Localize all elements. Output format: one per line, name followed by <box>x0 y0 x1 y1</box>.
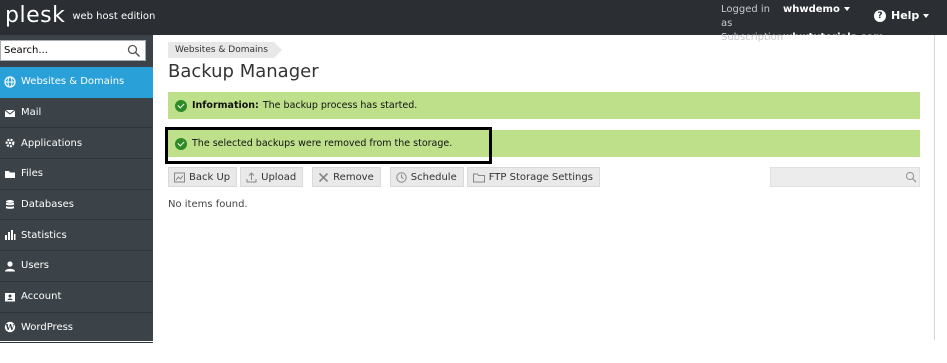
gear-icon <box>4 137 16 149</box>
sidebar: Websites & Domains Mail Applications Fil… <box>0 35 153 344</box>
sidebar-item-label: Users <box>21 260 50 272</box>
subscription-label: Subscription <box>721 32 784 43</box>
upload-icon <box>246 171 257 183</box>
sidebar-item-label: Websites & Domains <box>21 76 125 88</box>
upload-label: Upload <box>261 171 297 183</box>
scrollbar-track[interactable] <box>934 35 935 340</box>
ftp-storage-settings-button[interactable]: FTP Storage Settings <box>466 167 600 187</box>
backup-label: Back Up <box>189 171 231 183</box>
info-message: Information: The backup process has star… <box>168 92 920 119</box>
backup-icon <box>174 172 185 183</box>
toolbar: Back Up Upload Remove Schedule FTP Stora… <box>168 167 603 187</box>
check-circle-icon <box>175 99 187 112</box>
id-card-icon <box>4 291 16 303</box>
chevron-down-icon <box>843 7 850 11</box>
logged-in-label: Logged in as <box>721 4 771 29</box>
sidebar-item-applications[interactable]: Applications <box>0 128 153 160</box>
search-input[interactable] <box>1 41 121 60</box>
schedule-label: Schedule <box>410 171 457 183</box>
page-title: Backup Manager <box>168 61 319 82</box>
sidebar-item-label: Applications <box>21 137 83 149</box>
schedule-button[interactable]: Schedule <box>389 167 464 187</box>
highlight-box <box>165 127 492 164</box>
sidebar-item-account[interactable]: Account <box>0 282 153 313</box>
sidebar-item-label: Mail <box>21 107 42 119</box>
empty-list-text: No items found. <box>168 199 248 210</box>
logo-word: plesk <box>5 3 66 28</box>
remove-label: Remove <box>333 171 374 183</box>
message-prefix: Information: <box>192 100 259 111</box>
bar-chart-icon <box>4 229 16 241</box>
breadcrumb-item: Websites & Domains <box>175 45 268 55</box>
sidebar-item-users[interactable]: Users <box>0 251 153 282</box>
backup-button[interactable]: Back Up <box>168 167 238 187</box>
message-text: The backup process has started. <box>262 100 418 111</box>
wordpress-icon: W <box>4 321 16 333</box>
sidebar-item-databases[interactable]: Databases <box>0 190 153 221</box>
user-name: whwdemo <box>783 4 840 15</box>
svg-text:W: W <box>5 322 16 332</box>
help-label: Help <box>891 9 920 22</box>
sidebar-item-label: Account <box>21 291 62 303</box>
sidebar-item-websites-domains[interactable]: Websites & Domains <box>0 67 153 98</box>
close-icon <box>318 172 329 183</box>
globe-icon <box>4 76 16 88</box>
ftp-storage-settings-label: FTP Storage Settings <box>488 171 593 183</box>
help-icon: ? <box>874 9 886 22</box>
list-search-input[interactable] <box>770 167 920 187</box>
plesk-logo[interactable]: plesk web host edition <box>5 3 155 28</box>
logo-edition: web host edition <box>72 11 156 22</box>
sidebar-item-label: Files <box>21 168 43 180</box>
sidebar-item-wordpress[interactable]: W WordPress <box>0 313 153 344</box>
sidebar-item-mail[interactable]: Mail <box>0 98 153 129</box>
search-icon[interactable] <box>127 44 141 58</box>
remove-button[interactable]: Remove <box>312 167 381 187</box>
account-info: Logged in as whwdemo Subscription whwtut… <box>721 3 884 45</box>
user-icon <box>4 260 16 272</box>
subscription-value[interactable]: whwtutorials.com <box>783 31 884 45</box>
breadcrumb[interactable]: Websites & Domains <box>168 42 282 58</box>
mail-icon <box>4 107 16 119</box>
clock-icon <box>396 171 407 183</box>
chevron-down-icon <box>923 13 930 18</box>
sidebar-item-files[interactable]: Files <box>0 159 153 190</box>
folder-icon <box>4 168 16 180</box>
sidebar-nav: Websites & Domains Mail Applications Fil… <box>0 67 153 344</box>
top-header: plesk web host edition Logged in as whwd… <box>0 0 947 43</box>
sidebar-item-label: WordPress <box>21 321 74 333</box>
search-icon[interactable] <box>905 171 917 183</box>
database-icon <box>4 199 16 211</box>
upload-button[interactable]: Upload <box>240 167 304 187</box>
user-menu[interactable]: whwdemo <box>783 3 850 31</box>
folder-icon <box>472 172 485 183</box>
sidebar-item-statistics[interactable]: Statistics <box>0 220 153 252</box>
help-menu[interactable]: ? Help <box>874 9 930 22</box>
sidebar-item-label: Databases <box>21 199 74 211</box>
sidebar-search <box>0 40 146 61</box>
sidebar-item-label: Statistics <box>21 229 67 241</box>
